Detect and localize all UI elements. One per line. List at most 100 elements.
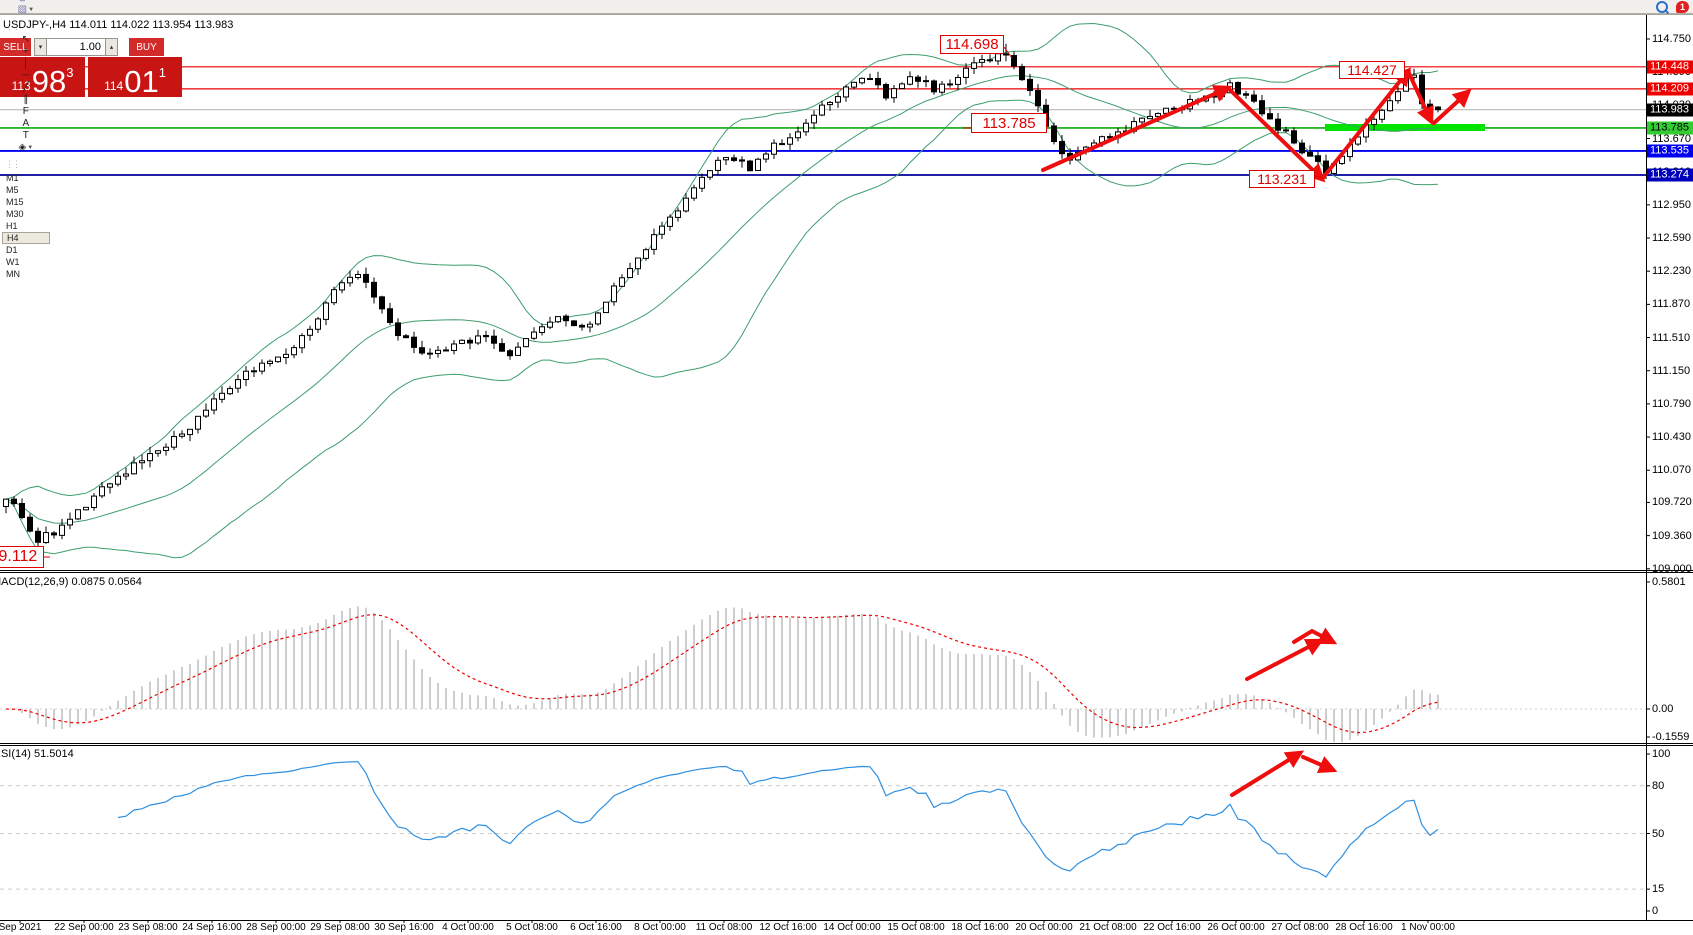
timeframe-m5[interactable]: M5 [2,184,50,196]
fibonacci-button[interactable]: F [2,106,50,118]
candle-body [332,290,337,303]
notification-badge[interactable]: 1 [1676,1,1689,13]
text-button[interactable]: A [2,118,50,130]
time-tick-label: 23 Sep 08:00 [118,922,178,933]
candle-body [60,525,65,535]
candle-body [276,357,281,362]
channel-button[interactable]: ∥ [2,94,50,106]
price-tick-label: 109.720 [1652,496,1692,508]
shapes-button[interactable]: ◈▼ [2,142,50,154]
vertical-line-button[interactable]: │ [2,58,50,70]
candle-body [12,499,17,503]
templates-button-dropdown-icon[interactable]: ▼ [28,7,34,13]
trend-arrow [1303,757,1333,770]
trend-arrow [1228,88,1322,179]
rsi-scale-label: 15 [1652,883,1664,895]
trend-arrow [1043,88,1228,170]
macd-scale-label: 0.5801 [1652,576,1686,588]
candle-body [196,416,201,429]
timeframe-h4[interactable]: H4 [2,232,50,244]
timeframe-h1[interactable]: H1 [2,220,50,232]
candle-body [748,161,753,171]
fibonacci-icon: F [23,107,29,117]
buy-button[interactable]: BUY [129,38,164,56]
timeframe-mn[interactable]: MN [2,268,50,280]
price-tick-label: 111.870 [1652,298,1690,310]
swing-high-label[interactable]: 114.698 [940,35,1004,54]
time-tick-label: 30 Sep 16:00 [374,922,434,933]
horizontal-line-button[interactable]: ─ [2,70,50,82]
candle-body [372,282,377,297]
left-low-label[interactable]: 109.112 [0,546,44,568]
candle-body [596,313,601,324]
templates-button[interactable]: ▧▼ [2,4,50,16]
cursor-button[interactable]: ↖ [2,34,50,46]
candle-body [412,337,417,347]
candle-body [1252,95,1257,101]
label-button[interactable]: T [2,130,50,142]
candle-body [4,499,9,506]
candle-body [460,340,465,343]
candle-body [500,344,505,352]
candle-body [908,77,913,85]
trendline-icon: ╱ [23,83,29,93]
candle-body [956,78,961,85]
peak-label[interactable]: 114.427 [1339,61,1405,79]
buy-price-display[interactable]: 114 01 1 [88,57,182,97]
candle-body [180,434,185,436]
timeframe-m30[interactable]: M30 [2,208,50,220]
candle-body [1372,119,1377,124]
candle-body [764,154,769,159]
periods-button-dropdown-icon[interactable]: ▼ [28,0,34,1]
rsi-line [118,762,1438,877]
candle-body [1260,101,1265,114]
swing-low-label[interactable]: 113.231 [1249,170,1315,188]
volume-increase-button[interactable]: ▴ [105,38,118,56]
chart-window[interactable]: USDJPY-,H4 114.011 114.022 113.954 113.9… [0,0,1693,935]
time-tick-label: 22 Sep 00:00 [54,922,114,933]
timeframe-m1[interactable]: M1 [2,172,50,184]
candle-body [1148,116,1153,118]
price-tick-label: 111.150 [1652,365,1690,377]
sell-price-sup: 3 [66,66,73,79]
trendline-button[interactable]: ╱ [2,82,50,94]
candle-body [1380,110,1385,119]
price-tick-label: 110.430 [1652,431,1691,443]
text-icon: A [23,119,30,129]
shapes-button-dropdown-icon[interactable]: ▼ [27,145,33,151]
main-toolbar: ⋮⋮⊞新订单◆▦◉▶自动交易⋮⋮║◫╱⋮⋮⊕⊖▣⋮⋮⇥⇤⋮⋮+▼◷▼▧▼⋮⋮↖+… [0,0,1693,14]
candle-body [740,160,745,161]
candle-body [108,484,113,487]
candle-body [1004,54,1009,55]
candle-body [28,517,33,531]
support-label[interactable]: 113.785 [971,113,1047,133]
toolbar-grip: ⋮⋮ [5,159,19,169]
candle-body [532,332,537,338]
volume-input[interactable] [47,38,105,56]
candle-body [788,138,793,144]
candle-body [140,461,145,463]
candle-body [76,510,81,519]
candle-body [852,82,857,87]
timeframe-m15[interactable]: M15 [2,196,50,208]
candle-body [428,353,433,354]
time-tick-label: 28 Sep 00:00 [246,922,306,933]
crosshair-button[interactable]: + [2,46,50,58]
candle-body [1020,66,1025,79]
candle-body [948,84,953,85]
candle-body [860,78,865,82]
candle-body [148,454,153,461]
candle-body [892,89,897,98]
time-tick-label: 8 Oct 00:00 [634,922,686,933]
candle-body [92,496,97,507]
time-tick-label: 24 Sep 16:00 [182,922,242,933]
timeframe-w1[interactable]: W1 [2,256,50,268]
price-tick-label: 111.510 [1652,332,1690,344]
timeframe-d1[interactable]: D1 [2,244,50,256]
candle-body [1284,130,1289,131]
candle-body [1404,77,1409,91]
candle-body [900,84,905,89]
price-tick-label: 109.000 [1652,563,1692,575]
search-button[interactable] [1654,1,1670,13]
chart-canvas[interactable] [0,0,1693,935]
